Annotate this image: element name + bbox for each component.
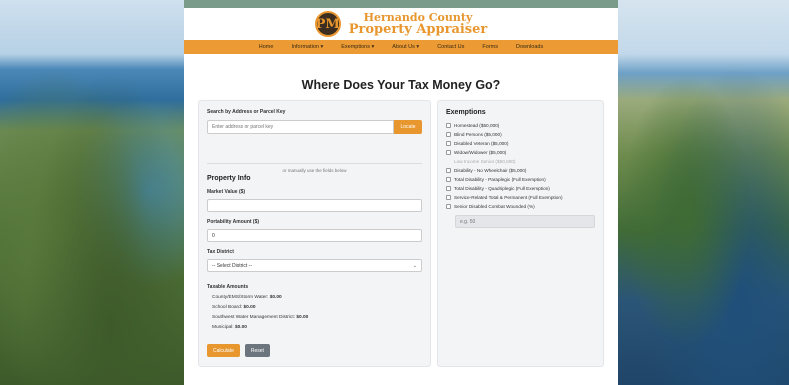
page-title: Where Does Your Tax Money Go?	[301, 78, 501, 92]
site-header: PM Hernando County Property Appraiser	[184, 8, 618, 40]
background-left-panel	[0, 0, 184, 385]
logo-icon[interactable]: PM	[314, 11, 341, 37]
calculate-button[interactable]: Calculate	[207, 344, 240, 357]
nav-forms[interactable]: Forms	[482, 44, 498, 50]
brand-line-2: Property Appraiser	[348, 22, 488, 37]
taxable-row-label: County/EMS/Storm Water:	[212, 295, 269, 300]
taxable-row-value: $0.00	[296, 315, 309, 320]
exemption-low-income-senior: Low Income Senior ($50,000)	[446, 157, 595, 166]
checkbox[interactable]	[446, 195, 451, 200]
exemptions-title: Exemptions	[446, 109, 486, 116]
address-search-input[interactable]	[207, 120, 394, 134]
background-right-panel	[618, 0, 789, 385]
checkbox[interactable]	[446, 150, 451, 155]
taxable-row-value: $0.00	[234, 325, 247, 330]
taxable-row-label: School Board:	[212, 305, 243, 310]
exemption-label: Service-Related Total & Permanent (Full …	[454, 195, 563, 200]
taxable-row: Municipal: $0.00	[212, 325, 422, 330]
taxable-row-value: $0.00	[243, 305, 256, 310]
tax-district-label: Tax District	[207, 249, 234, 255]
exemption-senior-disabled-combat[interactable]: Senior Disabled Combat Wounded (%)	[446, 202, 595, 211]
exemption-homestead[interactable]: Homestead ($50,000)	[446, 121, 595, 130]
exemption-label: Disability - No Wheelchair ($5,000)	[454, 168, 527, 173]
market-value-input[interactable]	[207, 199, 422, 212]
nav-downloads[interactable]: Downloads	[516, 44, 543, 50]
portability-input[interactable]	[207, 229, 422, 242]
exemption-label: Disabled Veteran ($5,000)	[454, 141, 509, 146]
checkbox[interactable]	[446, 177, 451, 182]
brand-name[interactable]: Hernando County Property Appraiser	[349, 12, 488, 36]
locate-button[interactable]: Locate	[394, 120, 422, 134]
reset-button[interactable]: Reset	[244, 344, 270, 357]
exemption-disabled-veteran[interactable]: Disabled Veteran ($5,000)	[446, 139, 595, 148]
manual-divider: or manually use the fields below	[207, 159, 422, 173]
tax-district-select[interactable]: -- Select District -- ⌄	[207, 259, 422, 272]
exemption-label: Total Disability - Quadriplegic (Full Ex…	[454, 186, 550, 191]
nav-about-us[interactable]: About Us ▾	[392, 44, 419, 50]
exemption-widow-widower[interactable]: Widow/Widower ($5,000)	[446, 148, 595, 157]
action-buttons: Calculate Reset	[207, 344, 422, 357]
taxable-row: School Board: $0.00	[212, 305, 422, 310]
exemption-label: Widow/Widower ($5,000)	[454, 150, 507, 155]
exemption-total-disability-quadriplegic[interactable]: Total Disability - Quadriplegic (Full Ex…	[446, 184, 595, 193]
checkbox[interactable]	[446, 141, 451, 146]
exemption-total-disability-paraplegic[interactable]: Total Disability - Paraplegic (Full Exem…	[446, 175, 595, 184]
nav-exemptions[interactable]: Exemptions ▾	[341, 44, 374, 50]
combat-percent-input[interactable]	[455, 215, 595, 228]
exemption-blind-persons[interactable]: Blind Persons ($5,000)	[446, 130, 595, 139]
nav-home[interactable]: Home	[259, 44, 274, 50]
property-info-title: Property Info	[207, 175, 251, 182]
nav-information[interactable]: Information ▾	[291, 44, 323, 50]
checkbox[interactable]	[446, 168, 451, 173]
main-nav: Home Information ▾ Exemptions ▾ About Us…	[184, 40, 618, 54]
tax-district-value: -- Select District --	[212, 262, 252, 269]
nav-contact-us[interactable]: Contact Us	[437, 44, 464, 50]
main-page: PM Hernando County Property Appraiser Ho…	[184, 8, 618, 385]
search-label: Search by Address or Parcel Key	[207, 109, 286, 115]
checkbox[interactable]	[446, 204, 451, 209]
exemption-label: Senior Disabled Combat Wounded (%)	[454, 204, 535, 209]
chevron-down-icon: ⌄	[412, 262, 417, 269]
portability-label: Portability Amount ($)	[207, 219, 260, 225]
taxable-row: Southwest Water Management District: $0.…	[212, 315, 422, 320]
exemption-disability-no-wheelchair[interactable]: Disability - No Wheelchair ($5,000)	[446, 166, 595, 175]
exemption-label: Total Disability - Paraplegic (Full Exem…	[454, 177, 546, 182]
taxable-row-label: Municipal:	[212, 325, 234, 330]
market-value-label: Market Value ($)	[207, 189, 246, 195]
exemption-label: Blind Persons ($5,000)	[454, 132, 502, 137]
checkbox[interactable]	[446, 123, 451, 128]
taxable-row-value: $0.00	[269, 295, 282, 300]
calculator-card: Search by Address or Parcel Key Locate o…	[198, 100, 431, 367]
search-row: Locate	[207, 120, 422, 134]
checkbox[interactable]	[446, 132, 451, 137]
exemption-label: Homestead ($50,000)	[454, 123, 500, 128]
divider-text: or manually use the fields below	[277, 168, 352, 173]
taxable-amounts-title: Taxable Amounts	[207, 284, 249, 290]
exemption-service-related[interactable]: Service-Related Total & Permanent (Full …	[446, 193, 595, 202]
exemption-label: Low Income Senior ($50,000)	[454, 159, 516, 164]
taxable-row: County/EMS/Storm Water: $0.00	[212, 295, 422, 300]
exemptions-card: Exemptions Homestead ($50,000) Blind Per…	[437, 100, 604, 367]
exemptions-list: Homestead ($50,000) Blind Persons ($5,00…	[446, 121, 595, 211]
taxable-row-label: Southwest Water Management District:	[212, 315, 295, 320]
checkbox[interactable]	[446, 186, 451, 191]
